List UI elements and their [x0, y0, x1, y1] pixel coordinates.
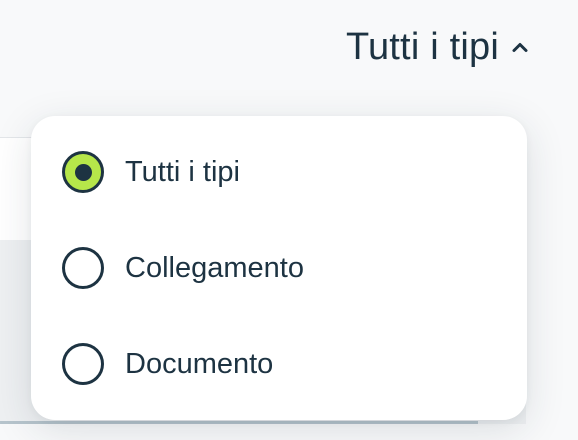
option-label: Tutti i tipi	[125, 155, 240, 188]
radio-checked-icon[interactable]	[62, 151, 104, 193]
option-collegamento[interactable]: Collegamento	[62, 243, 304, 293]
radio-unchecked-icon[interactable]	[62, 343, 104, 385]
radio-unchecked-icon[interactable]	[62, 247, 104, 289]
background-strip	[0, 424, 578, 440]
option-documento[interactable]: Documento	[62, 339, 273, 389]
type-filter-dropdown: Tutti i tipi Collegamento Documento	[31, 116, 527, 420]
type-filter-label: Tutti i tipi	[345, 26, 499, 68]
radio-dot	[74, 163, 92, 181]
option-tutti-i-tipi[interactable]: Tutti i tipi	[62, 147, 240, 197]
chevron-up-icon	[511, 41, 529, 53]
option-label: Collegamento	[125, 251, 304, 284]
type-filter-toggle[interactable]: Tutti i tipi	[346, 24, 529, 70]
option-label: Documento	[125, 347, 274, 380]
